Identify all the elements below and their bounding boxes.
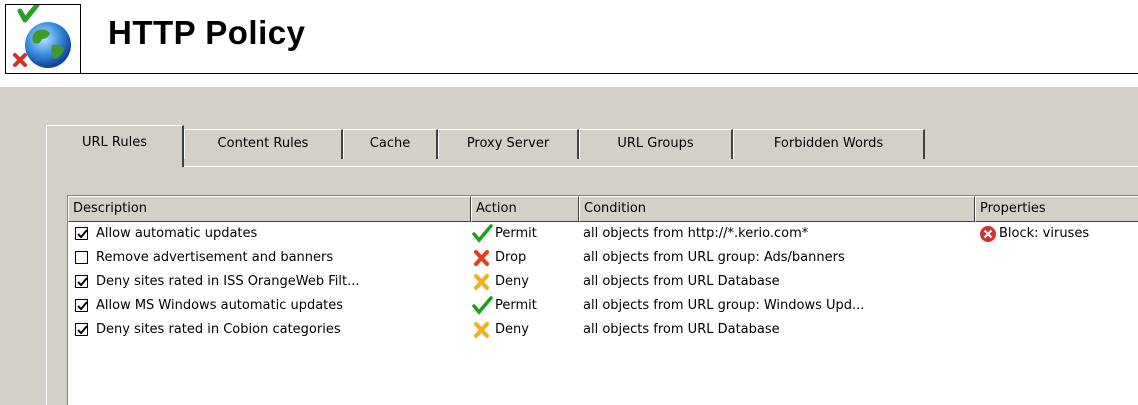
action-label: Permit [495,298,537,313]
column-header-condition[interactable]: Condition [579,196,975,222]
properties-label: Block: viruses [999,226,1090,241]
rule-condition: all objects from URL group: Ads/banners [583,250,845,265]
rule-action: Permit [471,294,579,318]
tab-forbidden-words[interactable]: Forbidden Words [733,129,925,159]
table-row[interactable]: Deny sites rated in Cobion categories De… [68,318,1138,342]
permit-check-icon [472,296,493,315]
rule-condition: all objects from http://*.kerio.com* [583,226,809,241]
rule-condition: all objects from URL group: Windows Upd.… [583,298,865,313]
action-label: Deny [495,322,529,337]
globe-policy-icon [5,2,81,74]
rule-enabled-checkbox[interactable] [75,275,88,288]
tab-label: URL Groups [617,136,694,151]
tab-cache[interactable]: Cache [343,129,438,159]
table-row[interactable]: Allow MS Windows automatic updates Permi… [68,294,1138,318]
tab-label: Content Rules [217,136,309,151]
tab-label: Forbidden Words [773,136,884,151]
rule-description: Deny sites rated in ISS OrangeWeb Filt..… [96,274,360,289]
rule-condition: all objects from URL Database [583,322,780,337]
deny-x-icon [474,274,489,290]
tab-label: URL Rules [82,135,147,150]
column-label: Description [73,201,148,216]
action-label: Deny [495,274,529,289]
column-label: Condition [584,201,647,216]
checkmark-icon [77,325,88,335]
column-label: Properties [980,201,1046,216]
rule-description: Remove advertisement and banners [96,250,334,265]
rule-condition: all objects from URL Database [583,274,780,289]
checkmark-icon [77,277,88,287]
tab-url-groups[interactable]: URL Groups [579,129,733,159]
column-header-description[interactable]: Description [68,196,471,222]
action-label: Permit [495,226,537,241]
block-x-icon [980,226,996,242]
rule-enabled-checkbox[interactable] [75,323,88,336]
page-header: HTTP Policy [0,0,1138,86]
table-row[interactable]: Allow automatic updates Permit all objec… [68,222,1138,246]
rule-description: Allow automatic updates [96,226,258,241]
tab-label: Cache [369,136,411,151]
table-row[interactable]: Deny sites rated in ISS OrangeWeb Filt..… [68,270,1138,294]
url-rules-table[interactable]: Description Action Condition Properties … [67,195,1138,405]
column-header-action[interactable]: Action [471,196,579,222]
tab-label: Proxy Server [466,136,550,151]
rule-enabled-checkbox[interactable] [75,299,88,312]
tab-content-rules[interactable]: Content Rules [184,129,343,159]
rule-action: Drop [471,246,579,270]
table-header: Description Action Condition Properties [68,196,1138,222]
rule-description: Allow MS Windows automatic updates [96,298,344,313]
column-header-properties[interactable]: Properties [975,196,1138,222]
checkmark-icon [77,229,88,239]
column-label: Action [476,201,517,216]
rule-enabled-checkbox[interactable] [75,227,88,240]
rule-properties: Block: viruses [979,222,1138,246]
rule-action: Deny [471,270,579,294]
deny-x-icon [474,322,489,338]
table-row[interactable]: Remove advertisement and banners Drop al… [68,246,1138,270]
permit-check-icon [472,224,493,243]
rule-action: Permit [471,222,579,246]
drop-x-icon [474,250,489,266]
checkmark-icon [77,301,88,311]
header-divider [81,73,1138,74]
action-label: Drop [495,250,527,265]
rule-enabled-checkbox[interactable] [75,251,88,264]
tab-url-rules[interactable]: URL Rules [46,125,184,167]
rule-description: Deny sites rated in Cobion categories [96,322,341,337]
page-title: HTTP Policy [108,14,306,51]
tab-proxy-server[interactable]: Proxy Server [438,129,579,159]
rule-action: Deny [471,318,579,342]
